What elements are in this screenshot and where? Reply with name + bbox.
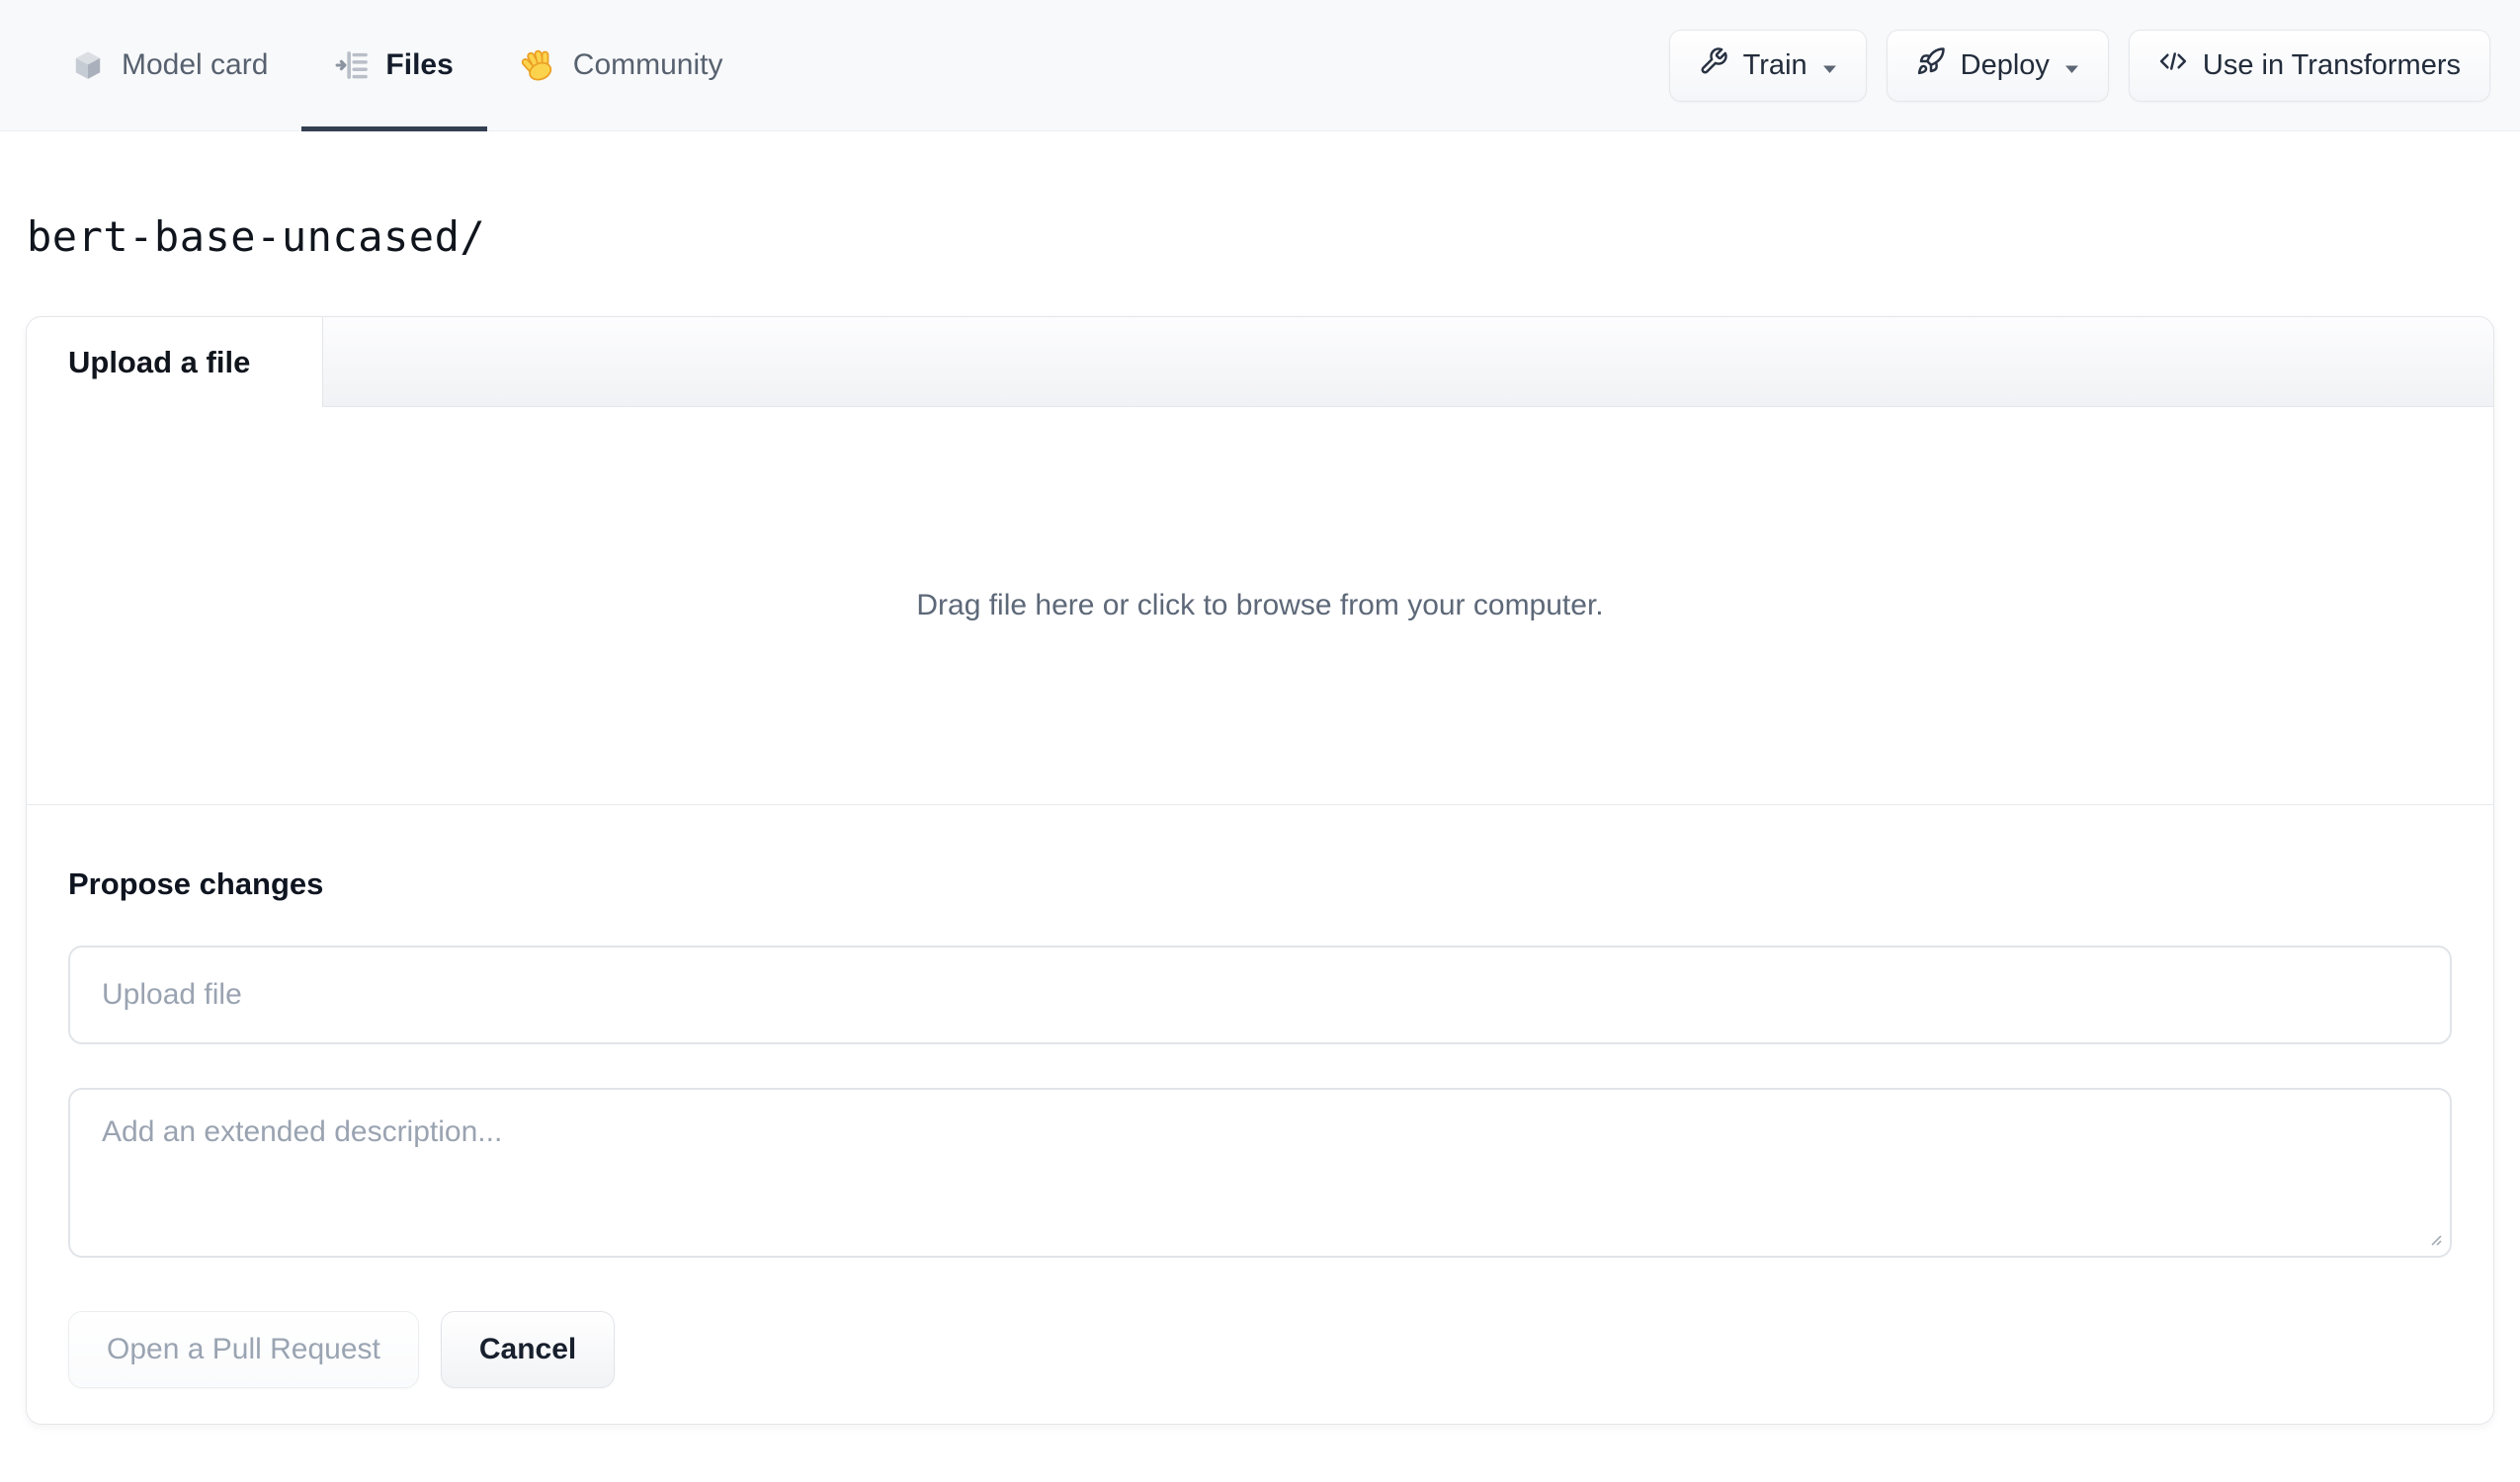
resize-grip-icon[interactable] (2425, 1229, 2443, 1247)
upload-filename-input[interactable] (68, 946, 2452, 1044)
propose-changes-section: Propose changes Open a Pull Request Canc… (27, 866, 2493, 1424)
train-button[interactable]: Train (1668, 29, 1867, 102)
propose-changes-heading: Propose changes (68, 866, 324, 901)
use-in-transformers-label: Use in Transformers (2202, 48, 2461, 81)
tab-community-label: Community (572, 48, 723, 81)
tab-community[interactable]: Community (521, 0, 723, 130)
caret-down-icon (1822, 49, 1837, 82)
open-pull-request-button[interactable]: Open a Pull Request (68, 1311, 419, 1388)
rocket-icon (1916, 46, 1946, 84)
waving-hand-icon (521, 47, 556, 83)
use-in-transformers-button[interactable]: Use in Transformers (2128, 29, 2490, 102)
top-navigation: Model card Files Community Train Deploy … (0, 0, 2520, 131)
panel-tabstrip: Upload a file (27, 317, 2493, 407)
form-actions: Open a Pull Request Cancel (68, 1311, 2452, 1388)
description-field-wrapper (68, 1088, 2452, 1258)
code-brackets-icon (2158, 46, 2188, 84)
deploy-button-label: Deploy (1960, 48, 2050, 81)
dropzone-hint-text: Drag file here or click to browse from y… (916, 589, 1604, 621)
breadcrumb-repo-path[interactable]: bert-base-uncased/ (27, 212, 2520, 261)
extended-description-textarea[interactable] (68, 1088, 2452, 1258)
train-button-label: Train (1742, 48, 1807, 81)
caret-down-icon (2064, 49, 2079, 82)
tab-model-card[interactable]: Model card (71, 0, 268, 130)
deploy-button[interactable]: Deploy (1886, 29, 2109, 102)
tab-files[interactable]: Files (301, 0, 488, 131)
nav-action-buttons: Train Deploy Use in Transformers (1668, 29, 2490, 102)
cancel-button[interactable]: Cancel (440, 1311, 616, 1388)
tab-model-card-label: Model card (122, 48, 269, 81)
tab-files-label: Files (385, 48, 454, 81)
tab-upload-a-file-label: Upload a file (68, 344, 251, 379)
cube-icon (71, 48, 105, 82)
files-list-icon (335, 48, 369, 82)
tab-upload-a-file[interactable]: Upload a file (27, 317, 323, 407)
file-dropzone[interactable]: Drag file here or click to browse from y… (27, 407, 2493, 805)
upload-panel: Upload a file Drag file here or click to… (26, 316, 2494, 1425)
wrench-icon (1699, 46, 1728, 84)
